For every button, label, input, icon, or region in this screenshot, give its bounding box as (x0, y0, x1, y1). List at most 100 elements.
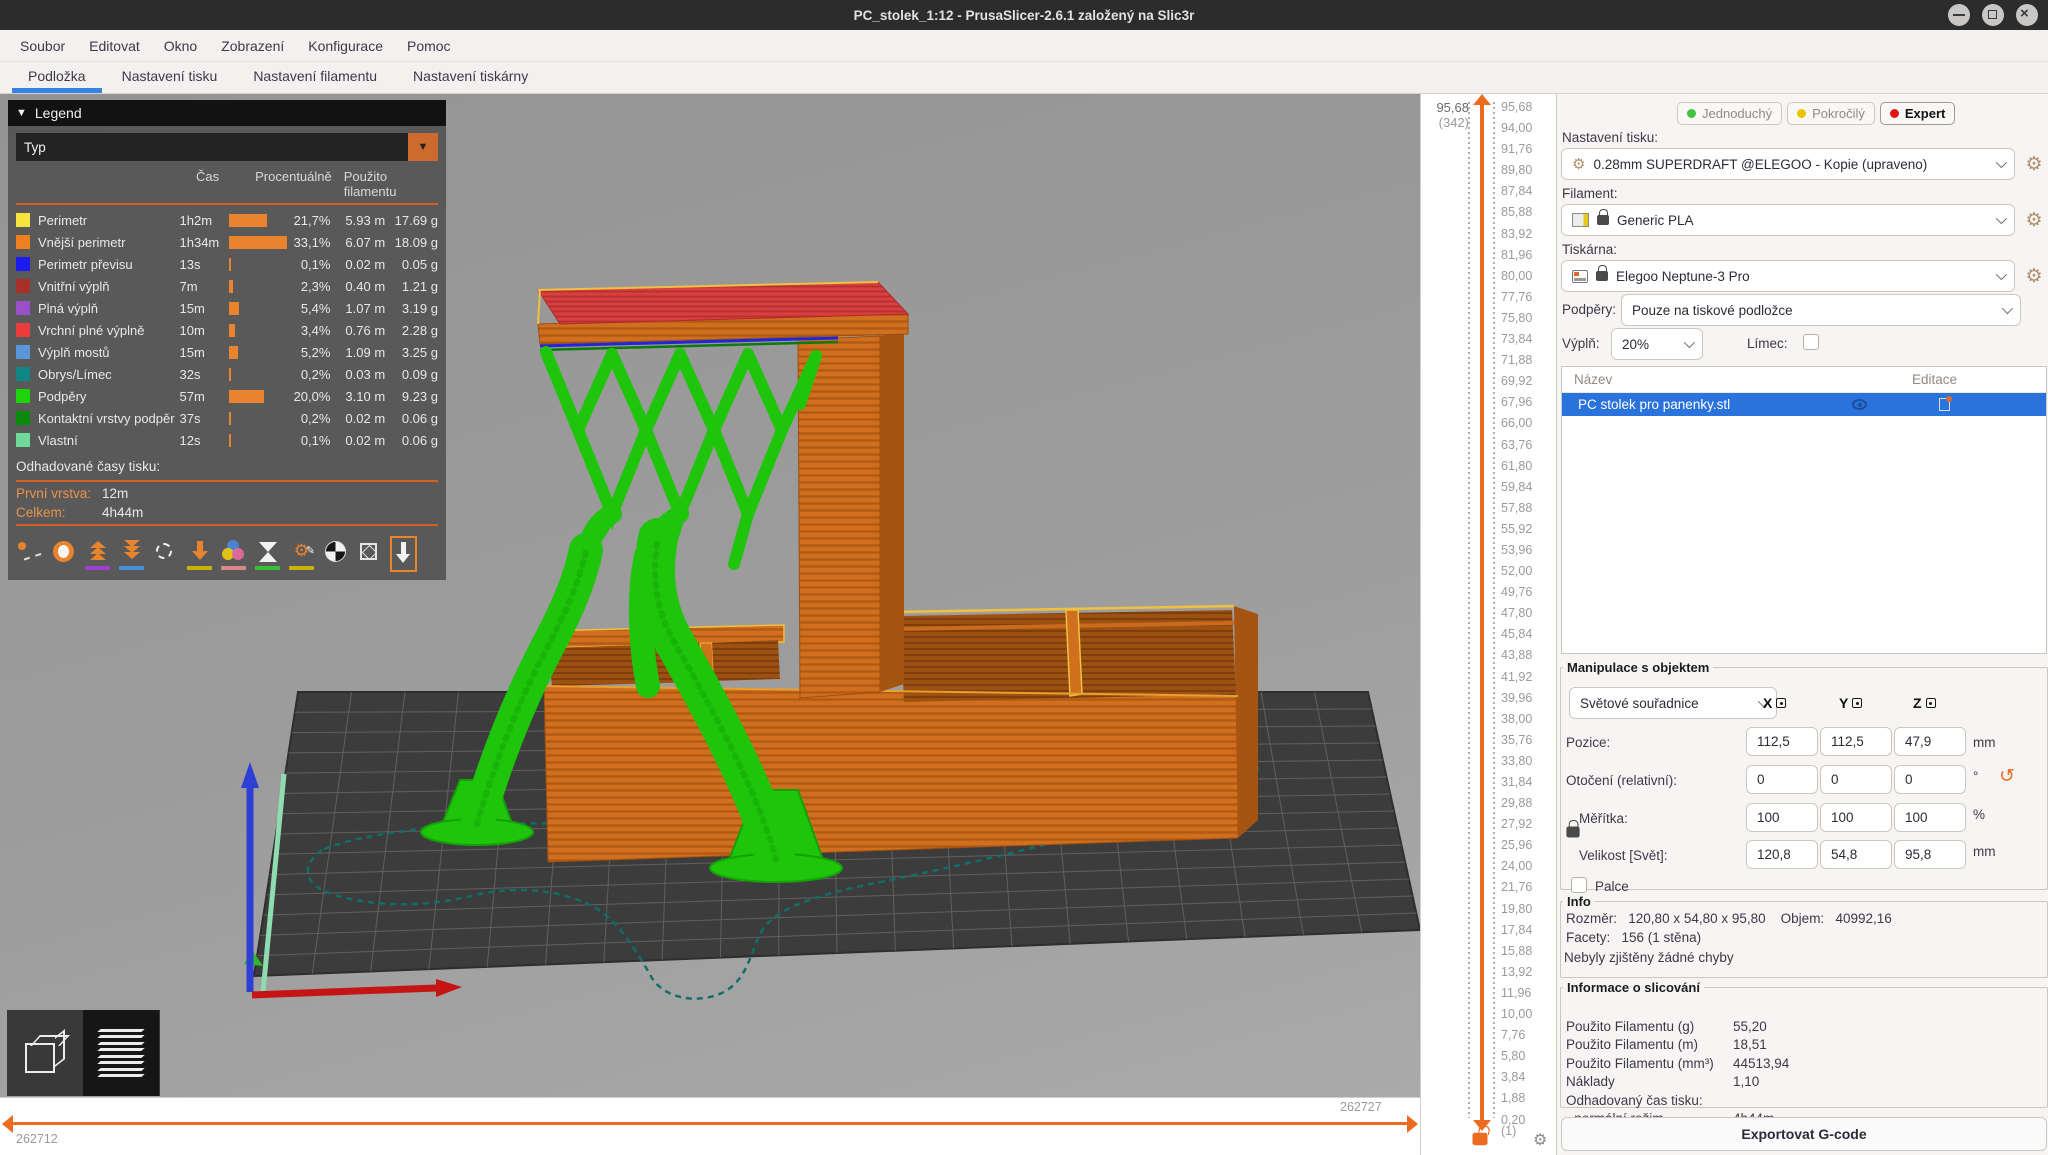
layer-height-label: 69,92 (1501, 371, 1532, 392)
uniform-scale-lock-icon[interactable] (1566, 827, 1579, 838)
printer-gear-button[interactable]: ⚙ (2021, 260, 2047, 292)
maximize-button[interactable] (1982, 4, 2004, 26)
deretractions-icon[interactable] (118, 536, 145, 572)
move-slider-right-handle[interactable] (1407, 1115, 1418, 1133)
mode-expert-button[interactable]: Expert (1880, 102, 1955, 125)
filament-dropdown[interactable]: Generic PLA (1561, 204, 2015, 236)
supports-dropdown[interactable]: Pouze na tiskové podložce (1621, 294, 2021, 326)
layer-height-label: 67,96 (1501, 392, 1532, 413)
size-z-field[interactable] (1894, 840, 1966, 869)
tab-printer-settings[interactable]: Nastavení tiskárny (395, 62, 546, 93)
close-button[interactable]: × (2016, 4, 2038, 26)
move-slider[interactable] (12, 1122, 1408, 1125)
menu-item[interactable]: Zobrazení (211, 34, 294, 58)
yellow-dot-icon (1797, 109, 1806, 118)
editor-view-button[interactable] (7, 1010, 83, 1096)
coordinate-system-dropdown[interactable]: Světové souřadnice (1569, 687, 1777, 719)
slider-lock-icon[interactable] (1473, 1133, 1488, 1146)
position-y-field[interactable] (1820, 727, 1892, 756)
percent-bar (229, 390, 264, 403)
filament-gear-button[interactable]: ⚙ (2021, 204, 2047, 236)
edit-icon[interactable] (1939, 398, 1950, 411)
legend-header[interactable]: ▼ Legend (8, 100, 446, 126)
feature-length: 5.93 m (330, 213, 385, 228)
wipe-moves-icon[interactable] (50, 536, 77, 572)
axis-icon (1926, 698, 1936, 708)
scale-y-field[interactable] (1820, 803, 1892, 832)
sliced-info-row: Použito Filamentu (g)55,20 (1561, 1017, 2041, 1036)
printer-dropdown[interactable]: Elegoo Neptune-3 Pro (1561, 260, 2015, 292)
object-list-row[interactable]: PC stolek pro panenky.stl (1562, 393, 2046, 416)
menu-item[interactable]: Konfigurace (298, 34, 393, 58)
feature-percent: 0,2% (287, 411, 330, 426)
rotation-z-field[interactable] (1894, 765, 1966, 794)
prusaslicer-window: PC_stolek_1:12 - PrusaSlicer-2.6.1 založ… (0, 0, 2048, 1155)
scale-x-field[interactable] (1746, 803, 1818, 832)
preview-view-button[interactable] (83, 1010, 159, 1096)
legend-rows: Perimetr 1h2m 21,7% 5.93 m 17.69 g Vnějš… (8, 207, 446, 453)
mode-advanced-button[interactable]: Pokročilý (1787, 102, 1875, 125)
feature-weight: 0.06 g (385, 411, 438, 426)
pause-prints-icon[interactable] (254, 536, 281, 572)
feature-time: 1h34m (180, 235, 229, 250)
menu-bar: SouborEditovatOknoZobrazeníKonfiguracePo… (0, 30, 2048, 62)
size-y-field[interactable] (1820, 840, 1892, 869)
feature-percent: 33,1% (287, 235, 330, 250)
size-x-field[interactable] (1746, 840, 1818, 869)
tab-platter[interactable]: Podložka (10, 62, 104, 93)
eye-icon[interactable] (1852, 399, 1867, 410)
chevron-down-icon (1996, 269, 2007, 280)
rotation-y-field[interactable] (1820, 765, 1892, 794)
layer-height-label: 43,88 (1501, 645, 1532, 666)
print-settings-dropdown[interactable]: ⚙ 0.28mm SUPERDRAFT @ELEGOO - Kopie (upr… (1561, 148, 2015, 180)
3d-viewport[interactable]: ▼ Legend Typ ▼ Čas Procentuálně Použito … (0, 94, 1420, 1155)
layer-height-label: 45,84 (1501, 624, 1532, 645)
view-type-dropdown[interactable]: Typ ▼ (16, 133, 438, 161)
custom-gcode-icon[interactable]: ⚙✎ (288, 536, 315, 572)
menu-item[interactable]: Soubor (10, 34, 75, 58)
tab-print-settings[interactable]: Nastavení tisku (104, 62, 236, 93)
legend-column-headers: Čas Procentuálně Použito filamentu (8, 165, 446, 201)
layer-height-label: 35,76 (1501, 730, 1532, 751)
chevron-down-icon (1684, 337, 1695, 348)
position-z-field[interactable] (1894, 727, 1966, 756)
slider-settings-gear-icon[interactable]: ⚙ (1533, 1130, 1547, 1150)
seams-icon[interactable] (152, 536, 179, 572)
color-changes-icon[interactable] (220, 536, 247, 572)
inches-checkbox[interactable] (1571, 877, 1587, 893)
current-feature-icon[interactable] (390, 536, 417, 572)
scale-z-field[interactable] (1894, 803, 1966, 832)
minimize-button[interactable] (1948, 4, 1970, 26)
feature-length: 0.02 m (330, 257, 385, 272)
feature-label: Perimetr převisu (38, 257, 180, 272)
feature-weight: 3.25 g (385, 345, 438, 360)
mode-simple-button[interactable]: Jednoduchý (1677, 102, 1782, 125)
title-bar[interactable]: PC_stolek_1:12 - PrusaSlicer-2.6.1 založ… (0, 0, 2048, 30)
menu-item[interactable]: Editovat (79, 34, 150, 58)
tab-filament-settings[interactable]: Nastavení filamentu (235, 62, 395, 93)
tool-changes-icon[interactable] (186, 536, 213, 572)
print-settings-gear-button[interactable]: ⚙ (2021, 148, 2047, 180)
shells-icon[interactable] (356, 536, 383, 572)
export-gcode-button[interactable]: Exportovat G-code (1561, 1117, 2047, 1151)
position-x-field[interactable] (1746, 727, 1818, 756)
center-of-mass-icon[interactable] (322, 536, 349, 572)
travel-paths-icon[interactable] (16, 536, 43, 572)
menu-item[interactable]: Pomoc (397, 34, 461, 58)
legend-row: Kontaktní vrstvy podpěr 37s 0,2% 0.02 m … (8, 407, 446, 429)
feature-color-swatch (16, 235, 30, 249)
dropdown-arrow-icon[interactable]: ▼ (408, 133, 438, 161)
layer-height-label: 61,80 (1501, 456, 1532, 477)
sidebar: Jednoduchý Pokročilý Expert Nastavení ti… (1556, 94, 2048, 1155)
brim-checkbox[interactable] (1803, 334, 1819, 350)
layer-slider[interactable] (1480, 104, 1484, 1120)
reset-rotation-icon[interactable]: ↺ (1999, 765, 2015, 788)
x-axis-header: X (1763, 695, 1786, 711)
layer-height-label: 66,00 (1501, 413, 1532, 434)
layer-height-label: 94,00 (1501, 118, 1532, 139)
feature-label: Vlastní (38, 433, 180, 448)
menu-item[interactable]: Okno (154, 34, 207, 58)
rotation-x-field[interactable] (1746, 765, 1818, 794)
retractions-icon[interactable] (84, 536, 111, 572)
infill-dropdown[interactable]: 20% (1611, 328, 1703, 360)
